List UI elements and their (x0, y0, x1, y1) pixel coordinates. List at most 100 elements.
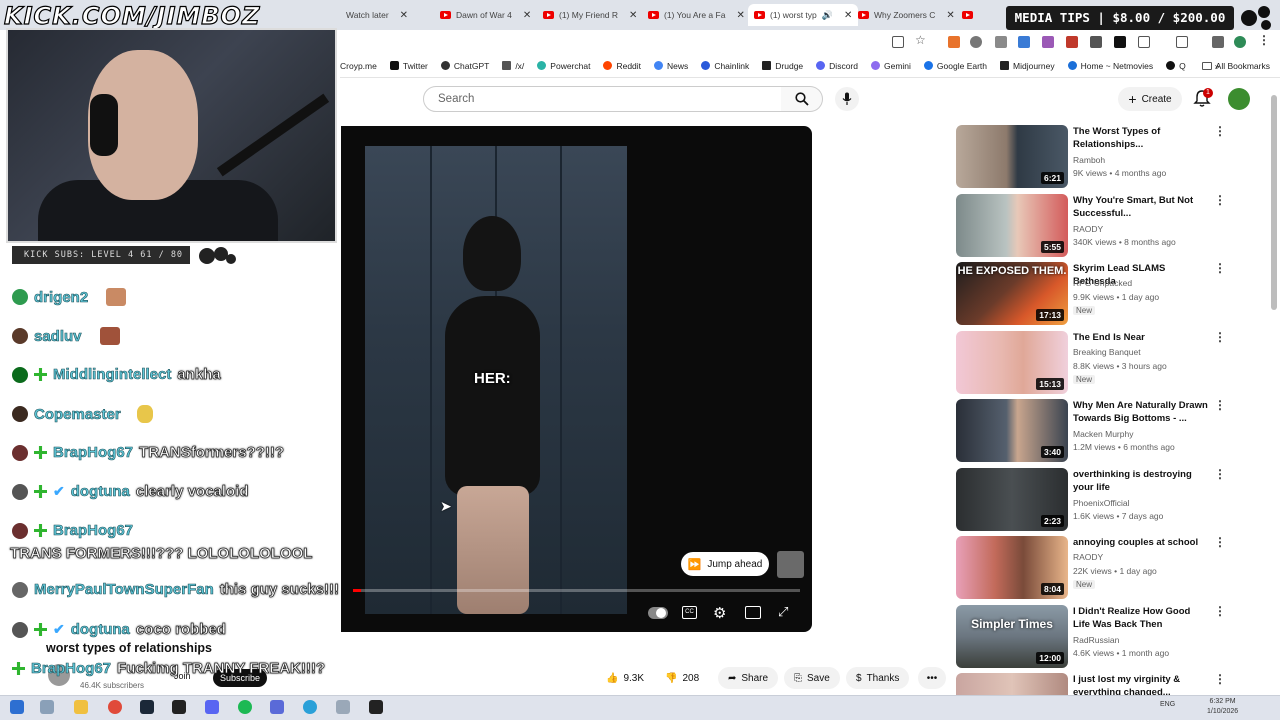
channel-name[interactable]: Breaking Banquet (1073, 347, 1141, 357)
video-thumbnail[interactable]: 8:04 (956, 536, 1068, 599)
channel-name[interactable]: Ramboh (1073, 155, 1105, 165)
video-thumbnail[interactable]: 6:21 (956, 125, 1068, 188)
star-icon[interactable]: ☆ (915, 33, 927, 47)
channel-watermark[interactable] (777, 551, 804, 578)
app-icon[interactable] (270, 700, 284, 714)
recommendation-title[interactable]: annoying couples at school (1073, 536, 1208, 549)
more-vertical-icon[interactable]: ⋮ (1214, 399, 1226, 411)
more-vertical-icon[interactable]: ⋮ (1214, 605, 1226, 617)
more-vertical-icon[interactable]: ⋮ (1214, 331, 1226, 343)
fullscreen-icon[interactable]: ⤢ (778, 604, 788, 620)
extension-icon[interactable] (1090, 36, 1102, 48)
chrome-icon[interactable] (108, 700, 122, 714)
autoplay-toggle[interactable] (648, 607, 668, 619)
video-thumbnail[interactable]: 5:55 (956, 194, 1068, 257)
extension-icon[interactable] (1066, 36, 1078, 48)
video-thumbnail[interactable]: 15:13 (956, 331, 1068, 394)
like-button[interactable]: 👍 9.3K (606, 667, 644, 689)
channel-name[interactable]: RAODY (1073, 224, 1103, 234)
app-icon[interactable] (336, 700, 350, 714)
recommendation-item[interactable]: 2:23 overthinking is destroying your lif… (956, 468, 1246, 532)
system-clock[interactable]: 6:32 PM 1/10/2026 (1207, 697, 1238, 717)
channel-name[interactable]: RPG Unpacked (1073, 278, 1132, 288)
recommendation-title[interactable]: I just lost my virginity & everything ch… (1073, 673, 1208, 695)
terminal-icon[interactable] (172, 700, 186, 714)
theater-mode-button[interactable] (745, 606, 761, 619)
recommendation-item[interactable]: 8:04 annoying couples at school RAODY 22… (956, 536, 1246, 600)
bookmark-item[interactable]: News (654, 61, 688, 71)
recommendation-item[interactable]: 3:40 Why Men Are Naturally Drawn Towards… (956, 399, 1246, 463)
bookmark-item[interactable]: Discord (816, 61, 858, 71)
close-icon[interactable]: ✕ (400, 10, 408, 21)
browser-tab-active[interactable]: (1) worst typ 🔊 ✕ (748, 4, 859, 26)
search-input[interactable]: Search (423, 86, 782, 112)
video-thumbnail[interactable]: 2:23 (956, 468, 1068, 531)
subtitles-button[interactable]: CC (682, 606, 697, 619)
all-bookmarks[interactable]: All Bookmarks (1201, 61, 1270, 71)
steam-icon[interactable] (140, 700, 154, 714)
save-button[interactable]: ⎘ Save (784, 667, 840, 689)
extension-icon[interactable] (1042, 36, 1054, 48)
spotify-icon[interactable] (238, 700, 252, 714)
browser-tab[interactable] (962, 4, 973, 26)
bookmark-item[interactable]: Chainlink (701, 61, 749, 71)
recommendation-item[interactable]: 6:21 The Worst Types of Relationships...… (956, 125, 1246, 189)
video-thumbnail[interactable] (956, 673, 1068, 695)
close-icon[interactable]: ✕ (629, 10, 637, 21)
dislike-button[interactable]: 👎 208 (665, 667, 699, 689)
extension-icon[interactable] (995, 36, 1007, 48)
close-icon[interactable]: ✕ (844, 10, 852, 21)
page-scrollbar[interactable] (1271, 95, 1277, 310)
bookmark-item[interactable]: Powerchat (537, 61, 590, 71)
browser-tab[interactable]: (1) My Friend R ✕ (543, 4, 637, 26)
browser-tab[interactable]: Dawn of War 4 ✕ (440, 4, 531, 26)
bookmark-item[interactable]: /x/ (502, 61, 524, 71)
recommendation-item[interactable]: 15:13 The End Is Near Breaking Banquet 8… (956, 331, 1246, 395)
more-vertical-icon[interactable]: ⋮ (1214, 194, 1226, 206)
bookmark-item[interactable]: Google Earth (923, 61, 987, 71)
install-app-icon[interactable] (892, 36, 904, 48)
channel-name[interactable]: PhoenixOfficial (1073, 498, 1130, 508)
extension-icon[interactable] (1018, 36, 1030, 48)
channel-name[interactable]: RadRussian (1073, 635, 1119, 645)
sidebar-icon[interactable] (1176, 36, 1188, 48)
more-vertical-icon[interactable]: ⋮ (1214, 468, 1226, 480)
recommendation-title[interactable]: The End Is Near (1073, 331, 1208, 344)
bookmark-item[interactable]: Croyp.me (340, 61, 377, 71)
volume-button[interactable] (227, 606, 241, 620)
recommendation-item[interactable]: Simpler Times 12:00 I Didn't Realize How … (956, 605, 1246, 669)
x-extension-icon[interactable] (1114, 36, 1126, 48)
recommendation-title[interactable]: I Didn't Realize How Good Life Was Back … (1073, 605, 1208, 631)
bookmark-item[interactable]: Drudge (762, 61, 803, 71)
channel-name[interactable]: RAODY (1073, 552, 1103, 562)
browser-tab[interactable]: Why Zoomers C ✕ (858, 4, 955, 26)
close-icon[interactable]: ✕ (523, 10, 531, 21)
bookmark-item[interactable]: Home ~ Netmovies (1067, 61, 1153, 71)
profile-icon[interactable] (1234, 36, 1246, 48)
thanks-button[interactable]: $ Thanks (846, 667, 910, 689)
video-thumbnail[interactable]: 3:40 (956, 399, 1068, 462)
close-icon[interactable]: ✕ (946, 10, 954, 21)
puzzle-icon[interactable] (1138, 36, 1150, 48)
obs-icon[interactable] (369, 700, 383, 714)
close-icon[interactable]: ✕ (736, 10, 744, 21)
create-button[interactable]: + Create (1118, 87, 1182, 111)
language-indicator[interactable]: ENG (1160, 701, 1175, 708)
file-explorer-icon[interactable] (74, 700, 88, 714)
progress-bar[interactable] (353, 589, 800, 592)
more-vertical-icon[interactable]: ⋮ (1214, 262, 1226, 274)
task-view-icon[interactable] (40, 700, 54, 714)
voice-search-button[interactable] (835, 87, 859, 111)
bookmark-item[interactable]: Gemini (870, 61, 911, 71)
video-thumbnail[interactable]: Simpler Times 12:00 (956, 605, 1068, 668)
more-vertical-icon[interactable]: ⋮ (1214, 673, 1226, 685)
telegram-icon[interactable] (303, 700, 317, 714)
recommendation-item[interactable]: I just lost my virginity & everything ch… (956, 673, 1246, 695)
more-vertical-icon[interactable]: ⋮ (1214, 125, 1226, 137)
pause-button[interactable] (194, 606, 208, 620)
more-vertical-icon[interactable]: ⋮ (1258, 33, 1270, 47)
account-avatar[interactable] (1228, 88, 1250, 110)
discord-icon[interactable] (205, 700, 219, 714)
bookmark-item[interactable]: Q (1166, 61, 1186, 71)
extension-icon[interactable] (948, 36, 960, 48)
